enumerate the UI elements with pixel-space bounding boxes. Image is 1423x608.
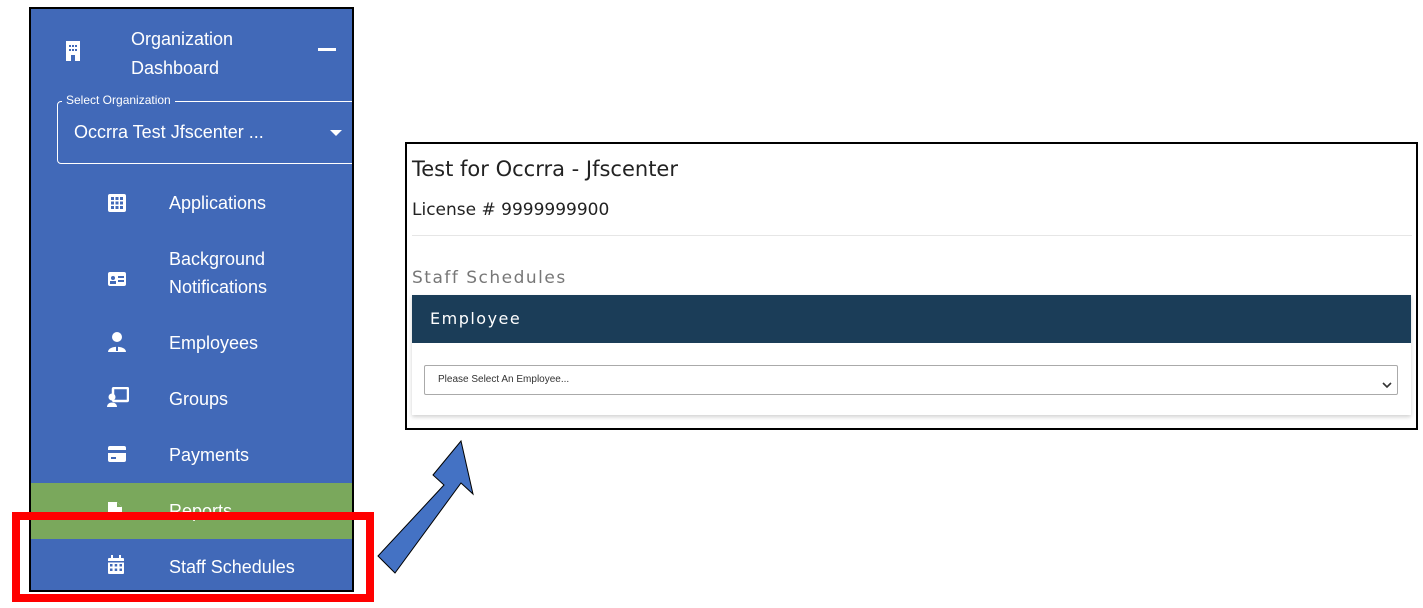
sidebar-item-groups[interactable]: Groups [31, 371, 352, 427]
section-title: Staff Schedules [412, 268, 567, 288]
arrow-icon [377, 439, 474, 574]
organization-dashboard-title: Organization Dashboard [131, 29, 234, 78]
staff-schedules-panel: Test for Occrra - Jfscenter License # 99… [405, 142, 1418, 430]
employee-select-placeholder: Please Select An Employee... [438, 374, 570, 385]
sidebar-item-label: Applications [169, 193, 267, 213]
collapse-icon[interactable] [318, 48, 336, 51]
chevron-down-icon [1382, 375, 1392, 389]
sidebar-item-label: Groups [169, 389, 229, 409]
page-title: Test for Occrra - Jfscenter [412, 157, 678, 181]
organization-select-value: Occrra Test Jfscenter ... [74, 122, 264, 142]
organization-select-legend: Select Organization [62, 92, 175, 108]
chevron-down-icon [330, 130, 342, 136]
sidebar-item-label: Payments [169, 445, 250, 465]
sidebar-item-employees[interactable]: Employees [31, 315, 352, 371]
sidebar-item-applications[interactable]: Applications [31, 175, 352, 231]
credit-card-icon [107, 445, 127, 465]
organization-select[interactable]: Select Organization Occrra Test Jfscente… [57, 92, 352, 164]
card-header-label: Employee [430, 309, 522, 328]
grid-icon [107, 193, 127, 213]
employee-select[interactable]: Please Select An Employee... [424, 365, 1398, 395]
building-icon [64, 39, 82, 63]
sidebar-item-label: Background Notifications [169, 249, 268, 297]
divider [412, 235, 1412, 236]
id-card-icon [107, 269, 127, 289]
highlight-box [12, 512, 374, 602]
employee-card: Employee Please Select An Employee... [412, 295, 1411, 415]
sidebar-item-background-notifications[interactable]: Background Notifications [31, 239, 352, 307]
presentation-icon [107, 386, 130, 407]
organization-dashboard-header[interactable]: Organization Dashboard [31, 9, 352, 94]
employee-icon [107, 331, 127, 352]
sidebar-item-label: Employees [169, 333, 259, 353]
license-number: License # 9999999900 [412, 200, 610, 220]
sidebar: Organization Dashboard Select Organizati… [29, 7, 354, 592]
card-header: Employee [412, 295, 1411, 343]
sidebar-item-payments[interactable]: Payments [31, 427, 352, 483]
